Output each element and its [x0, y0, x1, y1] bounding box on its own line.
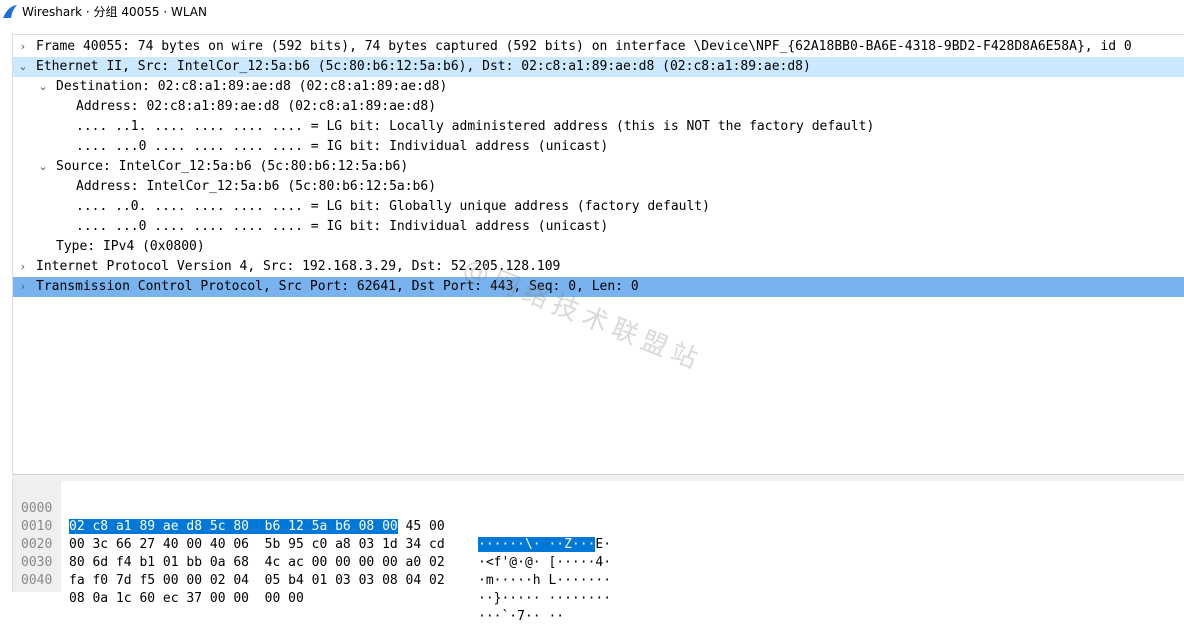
- tree-row-dst-lg-bit[interactable]: .... ..1. .... .... .... .... = LG bit: …: [13, 117, 1184, 137]
- tree-row-type[interactable]: Type: IPv4 (0x0800): [13, 237, 1184, 257]
- tree-row-label: .... ..0. .... .... .... .... = LG bit: …: [76, 199, 710, 214]
- hex-bytes[interactable]: fa f0 7d f5 00 00 02 04 05 b4 01 03 03 0…: [69, 572, 445, 590]
- bytes-row[interactable]: 0040 08 0a 1c 60 ec 37 00 00 00 00 ···`·…: [13, 554, 1184, 624]
- collapse-arrow-icon[interactable]: ⌄: [37, 157, 49, 177]
- tree-row-label: .... ..1. .... .... .... .... = LG bit: …: [76, 119, 875, 134]
- collapse-arrow-icon[interactable]: ⌄: [17, 57, 29, 77]
- tree-row-destination[interactable]: ⌄ Destination: 02:c8:a1:89:ae:d8 (02:c8:…: [13, 77, 1184, 97]
- title-bar: Wireshark · 分组 40055 · WLAN: [0, 0, 1184, 24]
- tree-row-frame[interactable]: › Frame 40055: 74 bytes on wire (592 bit…: [13, 37, 1184, 57]
- tree-row-label: Source: IntelCor_12:5a:b6 (5c:80:b6:12:5…: [56, 159, 409, 174]
- tree-row-label: Address: 02:c8:a1:89:ae:d8 (02:c8:a1:89:…: [76, 99, 437, 114]
- packet-details-tree[interactable]: › Frame 40055: 74 bytes on wire (592 bit…: [12, 34, 1184, 475]
- tree-row-src-ig-bit[interactable]: .... ...0 .... .... .... .... = IG bit: …: [13, 217, 1184, 237]
- hex-bytes[interactable]: 08 0a 1c 60 ec 37 00 00 00 00: [69, 590, 304, 608]
- tree-row-label: .... ...0 .... .... .... .... = IG bit: …: [76, 139, 609, 154]
- tree-row-ipv4[interactable]: › Internet Protocol Version 4, Src: 192.…: [13, 257, 1184, 277]
- tree-row-dst-address[interactable]: Address: 02:c8:a1:89:ae:d8 (02:c8:a1:89:…: [13, 97, 1184, 117]
- tree-row-dst-ig-bit[interactable]: .... ...0 .... .... .... .... = IG bit: …: [13, 137, 1184, 157]
- tree-row-label: Type: IPv4 (0x0800): [56, 239, 205, 254]
- expand-arrow-icon[interactable]: ›: [17, 37, 29, 57]
- tree-row-src-address[interactable]: Address: IntelCor_12:5a:b6 (5c:80:b6:12:…: [13, 177, 1184, 197]
- tree-row-label: Destination: 02:c8:a1:89:ae:d8 (02:c8:a1…: [56, 79, 448, 94]
- expand-arrow-icon[interactable]: ›: [17, 277, 29, 297]
- bytes-row[interactable]: 0010 00 3c 66 27 40 00 40 06 5b 95 c0 a8…: [13, 500, 1184, 570]
- bytes-row[interactable]: 0020 80 6d f4 b1 01 bb 0a 68 4c ac 00 00…: [13, 518, 1184, 588]
- ascii-bytes[interactable]: ·m·····h L·······: [478, 572, 611, 590]
- window-title: Wireshark · 分组 40055 · WLAN: [22, 5, 207, 19]
- ascii-bytes[interactable]: ··}····· ········: [478, 590, 611, 608]
- expand-arrow-icon[interactable]: ›: [17, 257, 29, 277]
- tree-row-ethernet[interactable]: ⌄ Ethernet II, Src: IntelCor_12:5a:b6 (5…: [13, 57, 1184, 77]
- wireshark-fin-icon: [3, 5, 17, 18]
- ascii-bytes[interactable]: ···`·7·· ··: [478, 608, 564, 626]
- packet-bytes-pane[interactable]: 0000 02 c8 a1 89 ae d8 5c 80 b6 12 5a b6…: [12, 481, 1184, 624]
- tree-row-label: Address: IntelCor_12:5a:b6 (5c:80:b6:12:…: [76, 179, 437, 194]
- byte-offset: 0040: [21, 573, 53, 588]
- tree-row-label: Transmission Control Protocol, Src Port:…: [36, 279, 639, 294]
- tree-row-src-lg-bit[interactable]: .... ..0. .... .... .... .... = LG bit: …: [13, 197, 1184, 217]
- tree-row-label: Frame 40055: 74 bytes on wire (592 bits)…: [36, 39, 1132, 54]
- tree-row-tcp[interactable]: › Transmission Control Protocol, Src Por…: [13, 277, 1184, 297]
- bytes-row[interactable]: 0030 fa f0 7d f5 00 00 02 04 05 b4 01 03…: [13, 536, 1184, 606]
- tree-row-label: .... ...0 .... .... .... .... = IG bit: …: [76, 219, 609, 234]
- collapse-arrow-icon[interactable]: ⌄: [37, 77, 49, 97]
- bytes-row[interactable]: 0000 02 c8 a1 89 ae d8 5c 80 b6 12 5a b6…: [13, 482, 1184, 552]
- tree-row-label: Ethernet II, Src: IntelCor_12:5a:b6 (5c:…: [36, 59, 811, 74]
- tree-row-label: Internet Protocol Version 4, Src: 192.16…: [36, 259, 561, 274]
- tree-row-source[interactable]: ⌄ Source: IntelCor_12:5a:b6 (5c:80:b6:12…: [13, 157, 1184, 177]
